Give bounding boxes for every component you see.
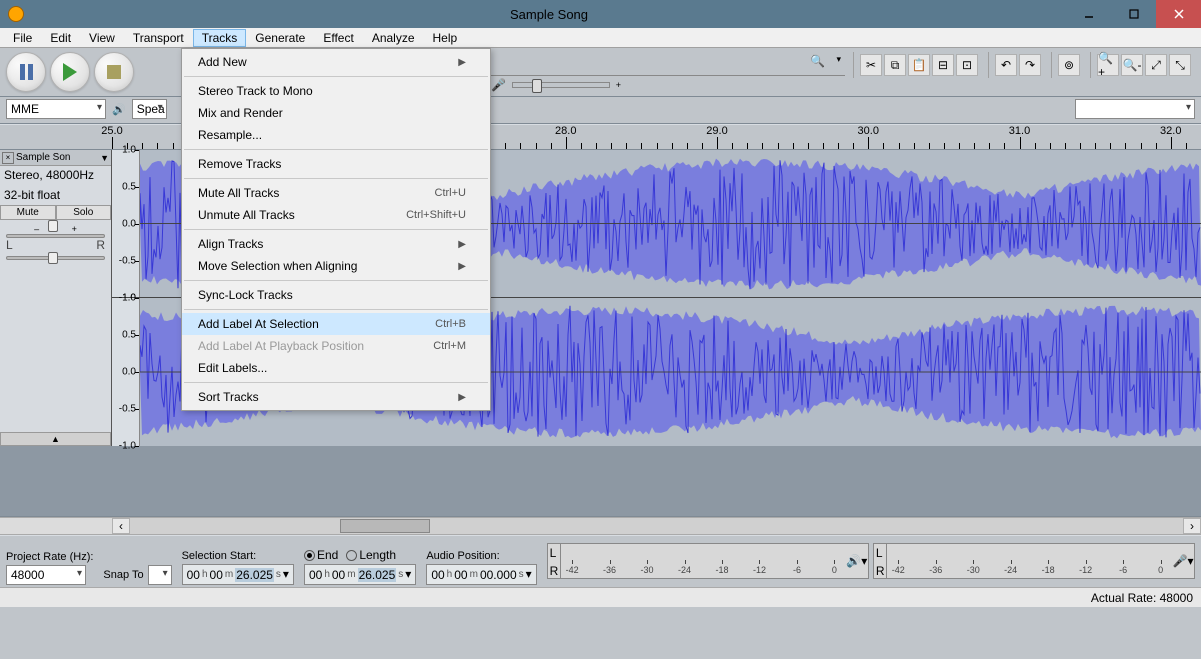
- silence-button[interactable]: ⊡: [956, 54, 978, 76]
- mute-button[interactable]: Mute: [0, 205, 56, 220]
- scroll-left-button[interactable]: ‹: [112, 518, 130, 534]
- menu-view[interactable]: View: [80, 29, 124, 47]
- menu-item-align-tracks[interactable]: Align Tracks▶: [182, 233, 490, 255]
- menu-help[interactable]: Help: [424, 29, 467, 47]
- cut-button[interactable]: ✂: [860, 54, 882, 76]
- menu-item-mix-and-render[interactable]: Mix and Render: [182, 102, 490, 124]
- scroll-right-button[interactable]: ›: [1183, 518, 1201, 534]
- maximize-button[interactable]: [1111, 0, 1156, 28]
- menu-effect[interactable]: Effect: [314, 29, 362, 47]
- redo-button[interactable]: ↷: [1019, 54, 1041, 76]
- app-icon: [8, 6, 24, 22]
- selection-end-time[interactable]: 00h 00m 26.025s▾: [304, 564, 416, 585]
- mic-select-icon: 🎤: [491, 78, 506, 92]
- selection-start-time[interactable]: 00h 00m 26.025s▾: [182, 564, 294, 585]
- menu-item-unmute-all-tracks[interactable]: Unmute All TracksCtrl+Shift+U: [182, 204, 490, 226]
- menu-transport[interactable]: Transport: [124, 29, 193, 47]
- scrollbar-track[interactable]: [130, 518, 1183, 534]
- speaker-icon: [112, 102, 126, 116]
- audio-host-combo[interactable]: MME: [6, 99, 106, 119]
- track-control-panel[interactable]: × Sample Son ▼ Stereo, 48000Hz 32-bit fl…: [0, 150, 112, 446]
- menu-item-add-new[interactable]: Add New▶: [182, 51, 490, 73]
- play-button[interactable]: [50, 52, 90, 92]
- window-titlebar: Sample Song: [0, 0, 1201, 28]
- playback-meter[interactable]: LR -42-36-30-24-18-12-60 🔊▾: [547, 543, 869, 579]
- mic-meter-icon: 🎤▾: [1172, 544, 1194, 578]
- vertical-scale: 1.00.50.0-0.5-1.0: [112, 150, 140, 297]
- menu-item-sync-lock-tracks[interactable]: Sync-Lock Tracks: [182, 284, 490, 306]
- menu-item-add-label-at-selection[interactable]: Add Label At SelectionCtrl+B: [182, 313, 490, 335]
- horizontal-scrollbar[interactable]: ‹ ›: [0, 517, 1201, 535]
- menu-edit[interactable]: Edit: [41, 29, 80, 47]
- snap-to-combo[interactable]: [148, 565, 172, 585]
- menu-item-move-selection-when-aligning[interactable]: Move Selection when Aligning▶: [182, 255, 490, 277]
- menu-item-remove-tracks[interactable]: Remove Tracks: [182, 153, 490, 175]
- output-device-combo[interactable]: Spea: [132, 99, 167, 119]
- menu-item-resample-[interactable]: Resample...: [182, 124, 490, 146]
- zoom-out-button[interactable]: 🔍-: [1121, 54, 1143, 76]
- solo-button[interactable]: Solo: [56, 205, 112, 220]
- window-title: Sample Song: [32, 7, 1066, 22]
- audio-position-time[interactable]: 00h 00m 00.000s▾: [426, 564, 536, 585]
- record-meter[interactable]: LR -42-36-30-24-18-12-60 🎤▾: [873, 543, 1195, 579]
- pause-button[interactable]: [6, 52, 46, 92]
- zoom-fit-proj-button[interactable]: ⤡: [1169, 54, 1191, 76]
- trim-button[interactable]: ⊟: [932, 54, 954, 76]
- menu-item-edit-labels-[interactable]: Edit Labels...: [182, 357, 490, 379]
- menu-generate[interactable]: Generate: [246, 29, 314, 47]
- zoom-in-button[interactable]: 🔍+: [1097, 54, 1119, 76]
- track-collapse-button[interactable]: ▲: [0, 432, 111, 446]
- menu-file[interactable]: File: [4, 29, 41, 47]
- project-rate-label: Project Rate (Hz):: [6, 551, 93, 563]
- status-footer: Actual Rate: 48000: [0, 587, 1201, 607]
- length-radio[interactable]: Length: [346, 548, 396, 562]
- snap-to-label: Snap To: [103, 569, 143, 581]
- minimize-button[interactable]: [1066, 0, 1111, 28]
- selection-toolbar: Project Rate (Hz): 48000 Snap To Selecti…: [0, 535, 1201, 587]
- stop-button[interactable]: [94, 52, 134, 92]
- gain-slider[interactable]: ‒ +: [0, 220, 111, 238]
- end-radio[interactable]: End: [304, 548, 338, 562]
- menu-analyze[interactable]: Analyze: [363, 29, 424, 47]
- actual-rate-label: Actual Rate: 48000: [1091, 591, 1193, 605]
- rec-channels-combo[interactable]: [1075, 99, 1195, 119]
- track-name-label: Sample Son: [16, 152, 100, 163]
- pan-slider[interactable]: [0, 252, 111, 270]
- copy-button[interactable]: ⧉: [884, 54, 906, 76]
- sync-lock-button[interactable]: ⊚: [1058, 54, 1080, 76]
- track-format-label: Stereo, 48000Hz: [0, 166, 111, 186]
- menu-bar: FileEditViewTransportTracksGenerateEffec…: [0, 28, 1201, 48]
- track-bitdepth-label: 32-bit float: [0, 186, 111, 206]
- audio-position-label: Audio Position:: [426, 550, 536, 562]
- zoom-fit-sel-button[interactable]: ⤢: [1145, 54, 1167, 76]
- vertical-scale: 1.00.50.0-0.5-1.0: [112, 298, 140, 446]
- speaker-meter-icon: 🔊▾: [846, 544, 868, 578]
- menu-item-sort-tracks[interactable]: Sort Tracks▶: [182, 386, 490, 408]
- menu-tracks[interactable]: Tracks: [193, 29, 247, 47]
- undo-button[interactable]: ↶: [995, 54, 1017, 76]
- menu-item-stereo-track-to-mono[interactable]: Stereo Track to Mono: [182, 80, 490, 102]
- scrollbar-thumb[interactable]: [340, 519, 430, 533]
- menu-item-mute-all-tracks[interactable]: Mute All TracksCtrl+U: [182, 182, 490, 204]
- paste-button[interactable]: 📋: [908, 54, 930, 76]
- tracks-menu-dropdown: Add New▶ Stereo Track to MonoMix and Rend…: [181, 48, 491, 411]
- selection-start-label: Selection Start:: [182, 550, 294, 562]
- track-area-empty[interactable]: [0, 446, 1201, 516]
- track-close-button[interactable]: ×: [2, 152, 14, 164]
- close-button[interactable]: [1156, 0, 1201, 28]
- menu-item-add-label-at-playback-position: Add Label At Playback PositionCtrl+M: [182, 335, 490, 357]
- project-rate-combo[interactable]: 48000: [6, 565, 86, 585]
